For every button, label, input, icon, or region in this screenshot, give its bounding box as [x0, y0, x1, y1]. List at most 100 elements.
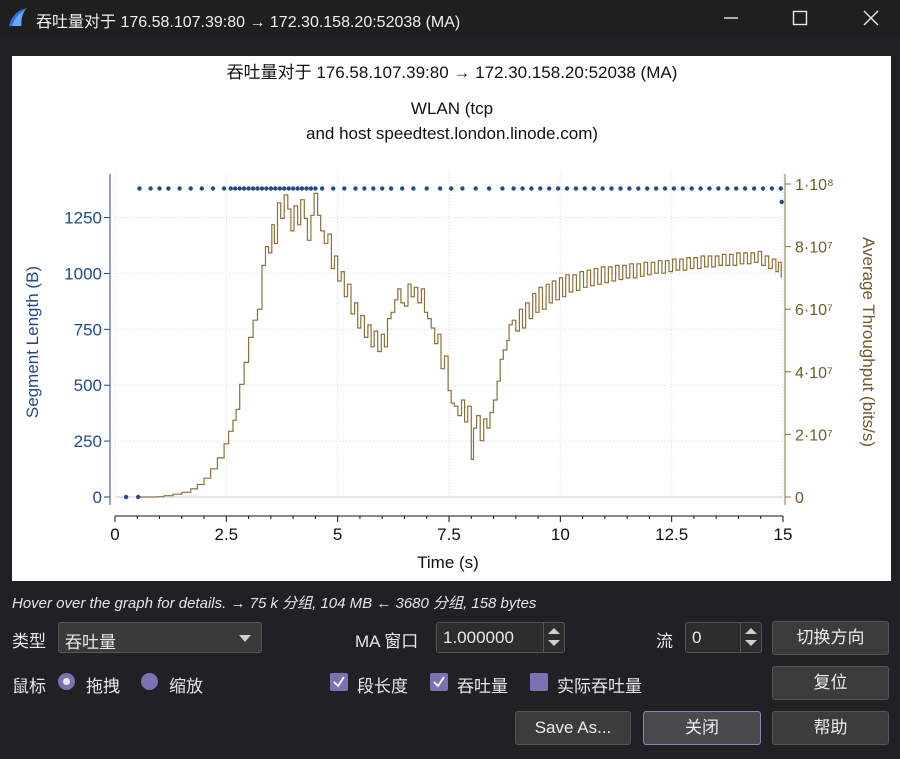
- minimize-icon: [724, 17, 738, 19]
- segment-point: [166, 186, 171, 191]
- segment-point: [779, 199, 784, 205]
- stream-stepper[interactable]: [740, 623, 761, 652]
- segment-point: [199, 186, 204, 191]
- segment-point: [520, 186, 525, 191]
- segment-point: [136, 494, 141, 500]
- segment-point: [742, 186, 748, 191]
- close-button[interactable]: 关闭: [643, 711, 761, 745]
- stream-value: 0: [692, 628, 702, 647]
- segment-point: [555, 186, 561, 191]
- stream-label: 流: [656, 632, 673, 651]
- segment-point: [388, 186, 394, 191]
- x-tick-label: 7.5: [437, 525, 461, 544]
- spin-down-icon[interactable]: [548, 640, 560, 646]
- segment-point: [627, 186, 632, 191]
- segment-point: [573, 186, 579, 191]
- drag-radio-label[interactable]: 拖拽: [86, 672, 120, 697]
- close-window-button[interactable]: [848, 0, 894, 36]
- left-tick-label: 1250: [64, 209, 102, 228]
- segment-point: [529, 186, 534, 191]
- segment-point: [250, 186, 256, 191]
- x-axis-label: Time (s): [417, 553, 479, 572]
- x-tick-label: 10: [551, 525, 570, 544]
- graph-type-select[interactable]: 吞吐量: [58, 622, 262, 653]
- segment-point: [618, 186, 623, 191]
- segment-point: [123, 494, 129, 500]
- spin-down-icon[interactable]: [745, 640, 757, 646]
- segment-point: [600, 186, 605, 191]
- spin-up-icon[interactable]: [745, 628, 757, 634]
- segment-point: [734, 186, 739, 191]
- segment-point: [547, 186, 552, 191]
- throughput-label[interactable]: 吞吐量: [457, 672, 508, 697]
- throughput-checkbox[interactable]: [430, 673, 448, 691]
- chart-subtitle-line1: WLAN (tcp: [411, 99, 493, 118]
- segment-point: [157, 186, 162, 191]
- right-tick-label: 0: [795, 490, 804, 507]
- segment-point: [449, 186, 454, 191]
- x-tick-label: 5: [333, 525, 342, 544]
- x-tick-label: 2.5: [215, 525, 239, 544]
- ma-window-value: 1.000000: [443, 628, 514, 647]
- ma-window-stepper[interactable]: [543, 623, 564, 652]
- switch-direction-button[interactable]: 切换方向: [772, 621, 889, 655]
- throughput-graph[interactable]: 吞吐量对于 176.58.107.39:80 → 172.30.158.20:5…: [12, 56, 891, 581]
- drag-radio[interactable]: [58, 673, 75, 690]
- left-tick-label: 500: [74, 376, 102, 395]
- zoom-radio[interactable]: [141, 673, 158, 690]
- right-tick-label: 2·10⁷: [795, 427, 833, 444]
- x-tick-label: 15: [774, 525, 793, 544]
- close-icon: [863, 10, 879, 26]
- segment-length-checkbox[interactable]: [330, 673, 348, 691]
- segment-length-label[interactable]: 段长度: [357, 672, 408, 697]
- segment-point: [342, 186, 347, 191]
- right-axis-label: Average Throughput (bits/s): [859, 237, 878, 447]
- right-tick-label: 8·10⁷: [795, 240, 833, 257]
- segment-point: [137, 186, 142, 191]
- left-tick-label: 750: [74, 320, 102, 339]
- goodput-checkbox[interactable]: [530, 673, 548, 691]
- segment-point: [609, 186, 614, 191]
- zoom-radio-label[interactable]: 缩放: [169, 672, 203, 697]
- segment-point: [671, 186, 677, 191]
- throughput-series: [137, 192, 782, 498]
- plot-area[interactable]: 吞吐量对于 176.58.107.39:80 → 172.30.158.20:5…: [12, 56, 891, 581]
- stream-spinbox[interactable]: 0: [685, 622, 762, 653]
- segment-point: [751, 186, 757, 191]
- segment-point: [725, 186, 730, 191]
- segment-point: [282, 186, 287, 191]
- reset-button[interactable]: 复位: [772, 666, 889, 700]
- segment-point: [241, 186, 247, 191]
- segment-point: [319, 186, 325, 191]
- segment-point: [769, 186, 775, 191]
- segment-point: [290, 186, 296, 191]
- minimize-button[interactable]: [708, 0, 754, 36]
- ma-window-spinbox[interactable]: 1.000000: [436, 622, 565, 653]
- right-tick-label: 6·10⁷: [795, 302, 833, 319]
- segment-point: [698, 186, 703, 191]
- goodput-label[interactable]: 实际吞吐量: [557, 672, 642, 697]
- chevron-down-icon: [239, 635, 251, 642]
- left-axis-label: Segment Length (B): [23, 266, 42, 418]
- type-label: 类型: [12, 632, 46, 651]
- segment-point: [473, 186, 478, 191]
- segment-point: [237, 186, 242, 191]
- segment-point: [304, 186, 309, 191]
- segment-point: [177, 186, 182, 191]
- left-tick-label: 1000: [64, 264, 102, 283]
- segment-point: [277, 186, 282, 191]
- segment-point: [437, 186, 443, 191]
- segment-point: [264, 186, 269, 191]
- segment-point: [591, 186, 596, 191]
- save-as-button[interactable]: Save As...: [515, 711, 631, 745]
- segment-point: [707, 186, 712, 191]
- maximize-button[interactable]: [777, 0, 823, 36]
- segment-point: [228, 186, 233, 191]
- spin-up-icon[interactable]: [548, 628, 560, 634]
- checkmark-icon: [433, 676, 445, 688]
- segment-point: [424, 186, 429, 191]
- checkmark-icon: [333, 676, 345, 688]
- segment-point: [500, 186, 505, 191]
- segment-point: [400, 186, 405, 191]
- help-button[interactable]: 帮助: [772, 711, 889, 745]
